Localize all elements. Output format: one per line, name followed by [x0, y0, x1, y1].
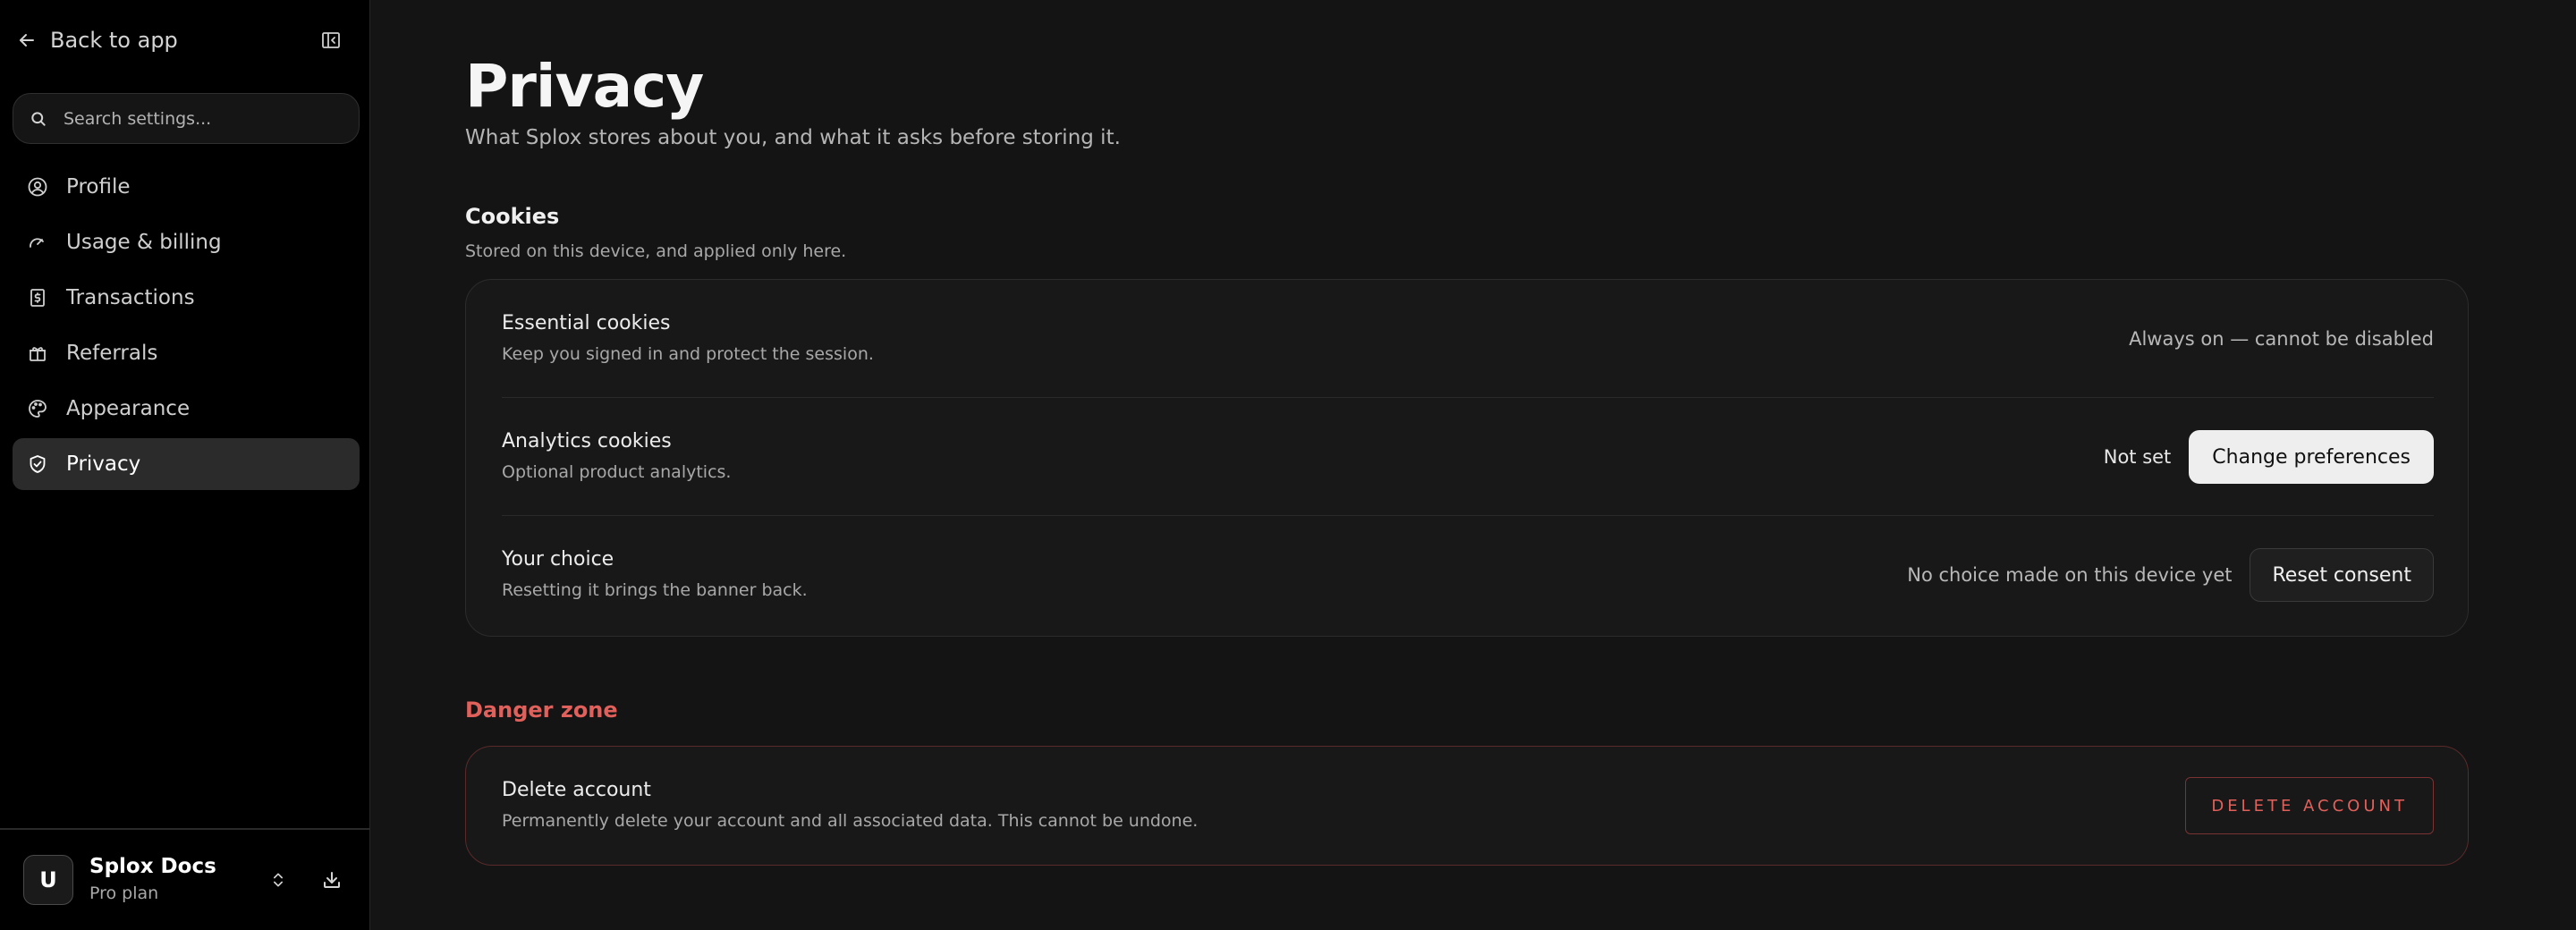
- row-actions: DELETE ACCOUNT: [2185, 747, 2434, 865]
- row-actions: Always on — cannot be disabled: [2129, 280, 2434, 398]
- page-title: Privacy: [465, 52, 704, 121]
- sidebar-header: Back to app: [0, 20, 370, 61]
- avatar: U: [23, 855, 73, 905]
- row-title: Analytics cookies: [502, 430, 672, 452]
- settings-sidebar: Back to app Profile Usage & billing Tran…: [0, 0, 370, 930]
- danger-zone-title: Danger zone: [465, 698, 618, 723]
- user-circle-icon: [28, 177, 47, 197]
- gift-icon: [30, 347, 46, 361]
- analytics-cookies-row: Analytics cookies Optional product analy…: [502, 398, 2434, 516]
- sidebar-item-label: Usage & billing: [66, 231, 222, 254]
- settings-nav: Profile Usage & billing Transactions Ref…: [13, 161, 360, 494]
- account-switcher[interactable]: U Splox Docs Pro plan: [0, 828, 370, 930]
- cookies-section-title: Cookies: [465, 204, 560, 229]
- privacy-settings-page: Privacy What Splox stores about you, and…: [370, 0, 2576, 930]
- delete-account-row: Delete account Permanently delete your a…: [502, 747, 2434, 865]
- sidebar-item-label: Appearance: [66, 397, 191, 420]
- download-icon: [324, 872, 340, 888]
- row-title: Delete account: [502, 779, 651, 801]
- delete-account-button[interactable]: DELETE ACCOUNT: [2185, 777, 2434, 834]
- sidebar-item-transactions[interactable]: Transactions: [13, 272, 360, 324]
- back-to-app-link[interactable]: Back to app: [16, 20, 178, 61]
- switch-account-button[interactable]: [264, 866, 292, 894]
- settings-search[interactable]: [13, 93, 360, 144]
- row-actions: Not set Change preferences: [2104, 398, 2434, 516]
- your-choice-row: Your choice Resetting it brings the bann…: [502, 516, 2434, 634]
- row-description: Keep you signed in and protect the sessi…: [502, 344, 874, 364]
- download-button[interactable]: [318, 866, 346, 894]
- danger-zone-card: Delete account Permanently delete your a…: [465, 746, 2469, 866]
- row-actions: No choice made on this device yet Reset …: [1907, 516, 2434, 634]
- search-input[interactable]: [64, 108, 341, 129]
- gauge-icon: [30, 238, 44, 248]
- essential-cookies-status: Always on — cannot be disabled: [2129, 328, 2434, 350]
- sidebar-item-label: Referrals: [66, 342, 158, 365]
- cookies-section-description: Stored on this device, and applied only …: [465, 241, 847, 261]
- analytics-cookies-status: Not set: [2103, 446, 2172, 468]
- row-title: Essential cookies: [502, 312, 671, 334]
- cookies-card: Essential cookies Keep you signed in and…: [465, 279, 2469, 637]
- reset-consent-button[interactable]: Reset consent: [2250, 548, 2434, 602]
- row-description: Permanently delete your account and all …: [502, 811, 1199, 831]
- sidebar-item-usage-billing[interactable]: Usage & billing: [13, 216, 360, 268]
- back-to-app-label: Back to app: [50, 28, 178, 53]
- shield-check-icon: [30, 455, 46, 473]
- sidebar-item-referrals[interactable]: Referrals: [13, 327, 360, 379]
- row-title: Your choice: [502, 548, 614, 571]
- row-description: Optional product analytics.: [502, 462, 732, 482]
- sidebar-item-appearance[interactable]: Appearance: [13, 383, 360, 435]
- collapse-sidebar-button[interactable]: [315, 27, 347, 54]
- sidebar-item-label: Profile: [66, 175, 131, 199]
- receipt-dollar-icon: [30, 289, 45, 307]
- account-plan: Pro plan: [89, 884, 159, 903]
- sidebar-item-label: Privacy: [66, 452, 141, 476]
- sidebar-collapse-icon: [322, 32, 340, 48]
- page-subtitle: What Splox stores about you, and what it…: [465, 126, 1121, 149]
- sidebar-item-label: Transactions: [66, 286, 195, 309]
- chevrons-up-down-icon: [274, 873, 283, 887]
- consent-status: No choice made on this device yet: [1907, 564, 2233, 586]
- change-preferences-button[interactable]: Change preferences: [2189, 430, 2434, 484]
- arrow-left-icon: [20, 34, 34, 46]
- search-icon: [31, 111, 46, 126]
- row-description: Resetting it brings the banner back.: [502, 580, 808, 600]
- account-name: Splox Docs: [89, 855, 216, 878]
- essential-cookies-row: Essential cookies Keep you signed in and…: [502, 280, 2434, 398]
- sidebar-item-profile[interactable]: Profile: [13, 161, 360, 213]
- sidebar-item-privacy[interactable]: Privacy: [13, 438, 360, 490]
- palette-icon: [29, 400, 47, 418]
